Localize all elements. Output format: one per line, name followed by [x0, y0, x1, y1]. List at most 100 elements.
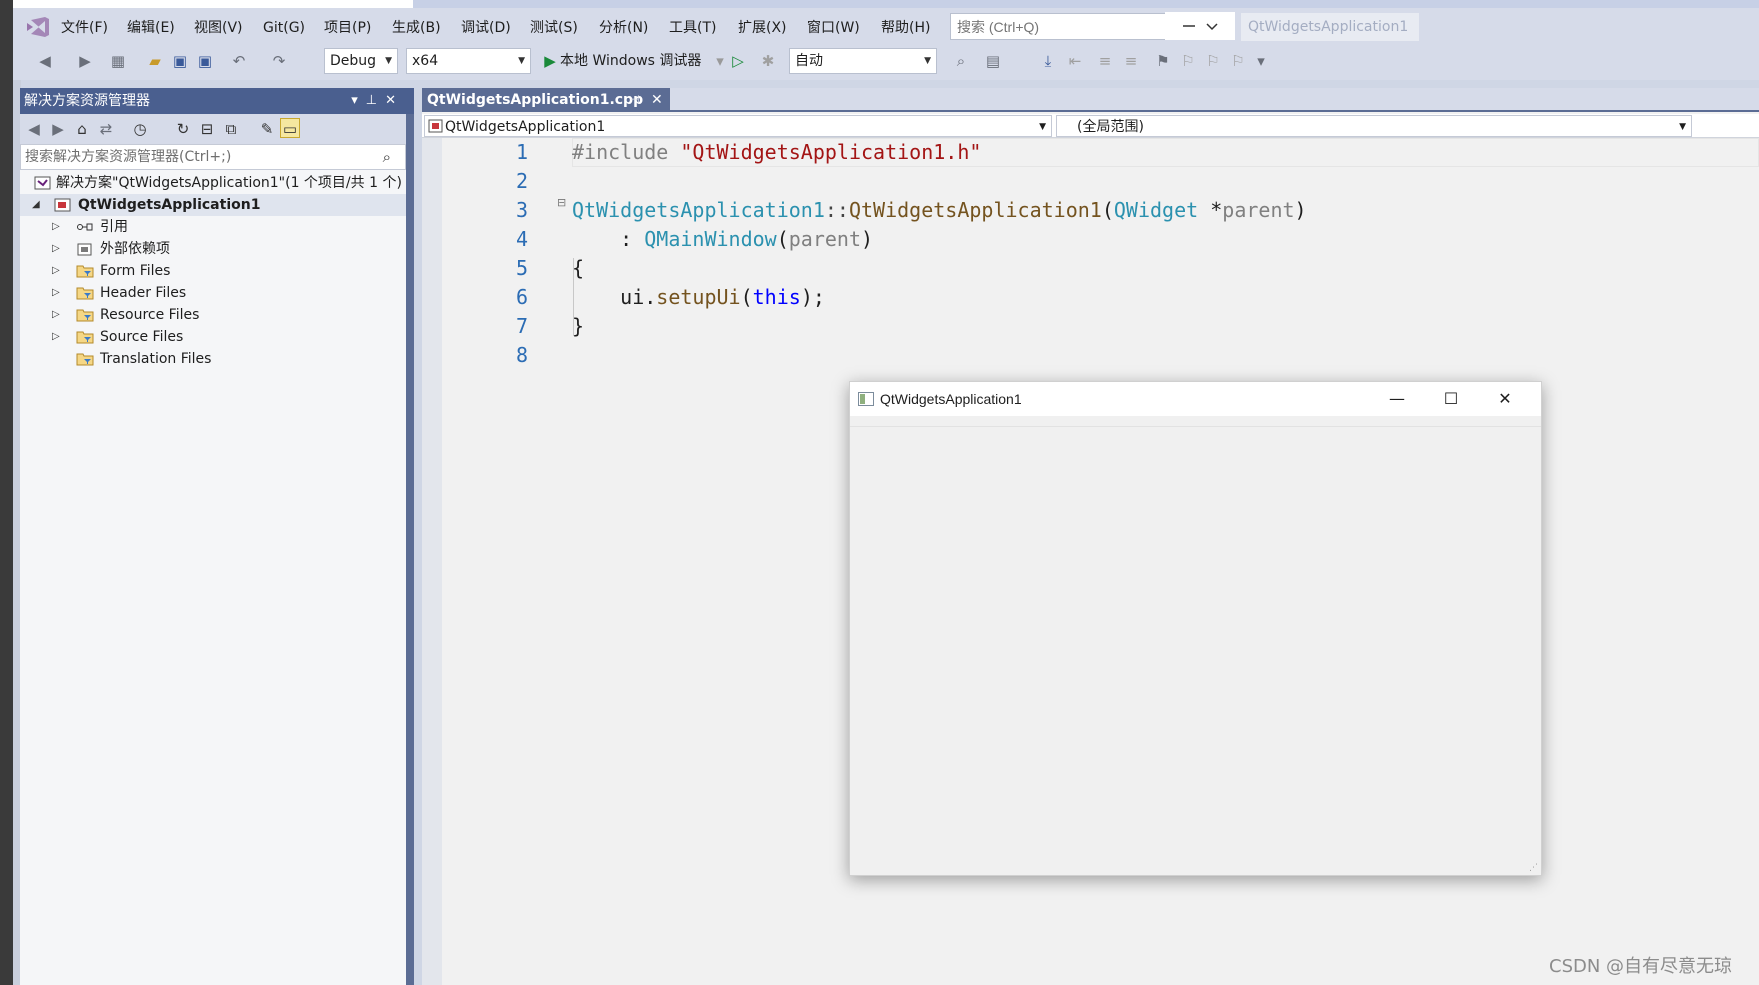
properties-icon[interactable]: ✎	[257, 119, 277, 139]
solution-name-badge[interactable]: QtWidgetsApplication1	[1241, 13, 1419, 41]
switch-views-icon[interactable]: ⇄	[96, 119, 116, 139]
expand-arrow-icon[interactable]: ▷	[52, 260, 64, 282]
forward-icon[interactable]: ▶	[48, 119, 68, 139]
filter-folder-icon	[76, 265, 94, 278]
member-scope-dropdown[interactable]: (全局范围) ▼	[1056, 115, 1692, 137]
expand-arrow-icon[interactable]: ▷	[52, 238, 64, 260]
pending-changes-icon[interactable]: ◷	[130, 119, 150, 139]
menu-git[interactable]: Git(G)	[263, 16, 305, 40]
collapse-arrow-icon[interactable]: ◢	[32, 194, 44, 216]
menu-window[interactable]: 窗口(W)	[807, 16, 860, 40]
layout-icon[interactable]: ▤	[983, 51, 1003, 71]
forward-icon[interactable]: ▶	[75, 51, 95, 71]
new-project-icon[interactable]: ▦	[108, 51, 128, 71]
line-number: 2	[515, 169, 528, 193]
config-value: Debug	[330, 53, 377, 69]
search-input[interactable]	[950, 13, 1178, 40]
tree-solution[interactable]: 解决方案"QtWidgetsApplication1"(1 个项目/共 1 个)	[20, 172, 406, 194]
outdent-icon[interactable]: ⇤	[1065, 51, 1085, 71]
run-debugger-button[interactable]: 本地 Windows 调试器	[560, 50, 701, 72]
close-button[interactable]: ✕	[1478, 382, 1532, 416]
solution-config-dropdown[interactable]: 自动 ▼	[789, 48, 937, 74]
close-icon[interactable]: ✕	[385, 93, 404, 108]
expand-arrow-icon[interactable]: ▷	[52, 282, 64, 304]
panel-menu-icon[interactable]: ▾	[351, 93, 366, 108]
menu-edit[interactable]: 编辑(E)	[127, 16, 175, 40]
expand-arrow-icon[interactable]: ▷	[52, 304, 64, 326]
prev-bookmark-icon[interactable]: ⚐	[1178, 51, 1198, 71]
solution-label: 解决方案"QtWidgetsApplication1"(1 个项目/共 1 个)	[56, 175, 402, 191]
minimize-button[interactable]: —	[1370, 382, 1424, 416]
maximize-button[interactable]: ☐	[1424, 382, 1478, 416]
pin-icon[interactable]: ⊣	[630, 88, 640, 112]
preview-selected-icon[interactable]: ▭	[280, 118, 300, 138]
project-scope-dropdown[interactable]: QtWidgetsApplication1 ▼	[424, 115, 1052, 137]
config-dropdown[interactable]: Debug ▼	[324, 48, 398, 74]
tree-item[interactable]: ▷ Resource Files	[20, 304, 406, 326]
redo-icon[interactable]: ↷	[269, 51, 289, 71]
qt-menu-bar[interactable]	[850, 416, 1541, 427]
platform-value: x64	[412, 53, 439, 69]
tree-item[interactable]: ▷ 引用	[20, 216, 406, 238]
search-icon[interactable]: ⌕	[383, 145, 391, 169]
menu-analyze[interactable]: 分析(N)	[599, 16, 648, 40]
start-debug-icon[interactable]: ▶	[540, 51, 560, 71]
qt-app-window[interactable]: QtWidgetsApplication1 — ☐ ✕ ⋰	[849, 381, 1542, 876]
visual-studio-logo-icon[interactable]	[25, 16, 51, 38]
indicator-margin	[422, 138, 442, 985]
close-tab-icon[interactable]: ✕	[651, 88, 663, 112]
menu-build[interactable]: 生成(B)	[392, 16, 441, 40]
menu-file[interactable]: 文件(F)	[61, 16, 108, 40]
show-all-files-icon[interactable]: ⧉	[221, 119, 241, 139]
step-icon[interactable]: ⤓	[1038, 51, 1058, 71]
next-bookmark-icon[interactable]: ⚐	[1203, 51, 1223, 71]
solution-icon	[34, 176, 51, 190]
expand-arrow-icon[interactable]: ▷	[52, 216, 64, 238]
code-line-1: #include "QtWidgetsApplication1.h"	[572, 138, 981, 167]
find-in-files-icon[interactable]: ⌕	[951, 51, 971, 71]
save-icon[interactable]: ▣	[170, 51, 190, 71]
home-icon[interactable]: ⌂	[72, 119, 92, 139]
solution-search-input[interactable]: 搜索解决方案资源管理器(Ctrl+;) ⌕	[20, 144, 406, 170]
qt-titlebar[interactable]: QtWidgetsApplication1 — ☐ ✕	[850, 382, 1541, 416]
expand-arrow-icon[interactable]: ▷	[52, 326, 64, 348]
back-icon[interactable]: ◀	[35, 51, 55, 71]
comment-icon[interactable]: ≡	[1095, 51, 1115, 71]
pin-icon[interactable]: ⊥	[366, 93, 385, 108]
menu-debug[interactable]: 调试(D)	[461, 16, 511, 40]
tree-item[interactable]: ▷ Source Files	[20, 326, 406, 348]
tree-item[interactable]: ▷ 外部依赖项	[20, 238, 406, 260]
resize-grip-icon[interactable]: ⋰	[1529, 863, 1538, 873]
tab-cpp-file[interactable]: QtWidgetsApplication1.cpp ⊣ ✕	[422, 88, 670, 112]
collapse-all-icon[interactable]: ⊟	[197, 119, 217, 139]
fold-toggle-icon[interactable]: ⊟	[557, 196, 566, 209]
open-folder-icon[interactable]: ▰	[145, 51, 165, 71]
hot-reload-icon[interactable]: ✱	[758, 51, 778, 71]
menu-help[interactable]: 帮助(H)	[881, 16, 930, 40]
search-options-icon[interactable]	[1165, 12, 1235, 40]
uncomment-icon[interactable]: ≡	[1121, 51, 1141, 71]
bookmark-icon[interactable]: ⚑	[1153, 51, 1173, 71]
save-all-icon[interactable]: ▣	[195, 51, 215, 71]
refresh-icon[interactable]: ↻	[173, 119, 193, 139]
clear-bookmarks-icon[interactable]: ⚐	[1228, 51, 1248, 71]
menu-extensions[interactable]: 扩展(X)	[738, 16, 787, 40]
tree-item[interactable]: Translation Files	[20, 348, 406, 370]
tree-item-label: 外部依赖项	[100, 241, 170, 257]
tree-item[interactable]: ▷ Header Files	[20, 282, 406, 304]
include-directive: #include	[572, 140, 669, 164]
tree-project[interactable]: ◢ QtWidgetsApplication1	[20, 194, 406, 216]
undo-icon[interactable]: ↶	[229, 51, 249, 71]
tree-item[interactable]: ▷ Form Files	[20, 260, 406, 282]
filter-folder-icon	[76, 353, 94, 366]
back-icon[interactable]: ◀	[24, 119, 44, 139]
run-dropdown-icon[interactable]: ▾	[710, 51, 730, 71]
platform-dropdown[interactable]: x64 ▼	[406, 48, 531, 74]
start-without-debug-icon[interactable]: ▷	[728, 51, 748, 71]
toolbar-overflow-icon[interactable]: ▾	[1251, 51, 1271, 71]
initializer-colon: :	[572, 227, 645, 251]
menu-tools[interactable]: 工具(T)	[669, 16, 716, 40]
menu-test[interactable]: 测试(S)	[530, 16, 578, 40]
menu-project[interactable]: 项目(P)	[324, 16, 371, 40]
menu-view[interactable]: 视图(V)	[194, 16, 243, 40]
